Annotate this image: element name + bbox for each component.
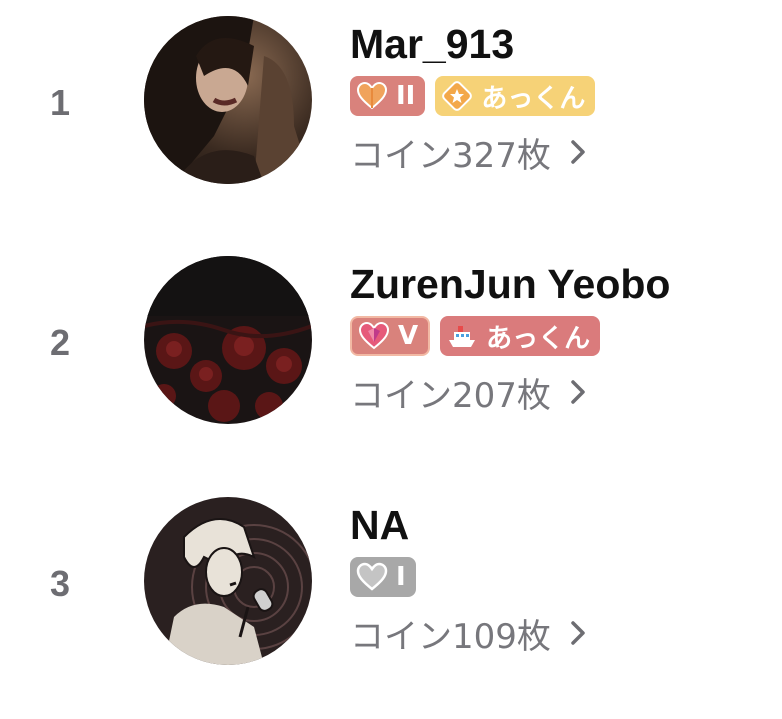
level-badge: V	[350, 316, 431, 356]
level-label: I	[396, 562, 406, 592]
rank-number: 2	[49, 322, 71, 363]
avatar[interactable]	[144, 256, 312, 424]
coins-link[interactable]: コイン109枚	[350, 613, 770, 657]
ship-icon	[449, 326, 476, 347]
level-badge: II	[350, 76, 426, 116]
level-badge: I	[350, 557, 416, 597]
ranking-row[interactable]: 3 NA I コイン109枚	[0, 495, 782, 675]
ranking-row[interactable]: 2 ZurenJun Yeobo V あっくん コイン207枚	[0, 254, 782, 434]
heart-outline-icon	[356, 562, 388, 591]
avatar[interactable]	[144, 497, 312, 665]
user-name[interactable]: Mar_913	[350, 20, 770, 68]
coins-text: コイン109枚	[350, 616, 551, 657]
level-label: II	[396, 81, 416, 111]
avatar[interactable]	[144, 16, 312, 184]
fan-badge-label: あっくん	[486, 323, 591, 354]
coins-link[interactable]: コイン327枚	[350, 132, 770, 176]
level-label: V	[398, 321, 419, 351]
fan-badge: あっくん	[440, 316, 601, 356]
user-name[interactable]: NA	[350, 501, 770, 549]
chevron-right-icon	[571, 140, 585, 164]
coins-text: コイン207枚	[350, 375, 551, 416]
user-name[interactable]: ZurenJun Yeobo	[350, 260, 770, 308]
chevron-right-icon	[571, 621, 585, 645]
ranking-list: 1 Mar_913 II あっくん コイン327枚 2 ZurenJun Yeo…	[0, 0, 782, 719]
rank-number: 1	[49, 82, 71, 123]
chevron-right-icon	[571, 380, 585, 404]
rank-number: 3	[49, 563, 71, 604]
heart-orange-icon	[356, 81, 388, 110]
ranking-row[interactable]: 1 Mar_913 II あっくん コイン327枚	[0, 14, 782, 194]
coins-link[interactable]: コイン207枚	[350, 372, 770, 416]
star-badge-icon	[442, 81, 473, 111]
fan-badge: あっくん	[435, 76, 596, 116]
fan-badge-label: あっくん	[481, 83, 586, 114]
coins-text: コイン327枚	[350, 135, 551, 176]
heart-gem-icon	[358, 321, 390, 350]
